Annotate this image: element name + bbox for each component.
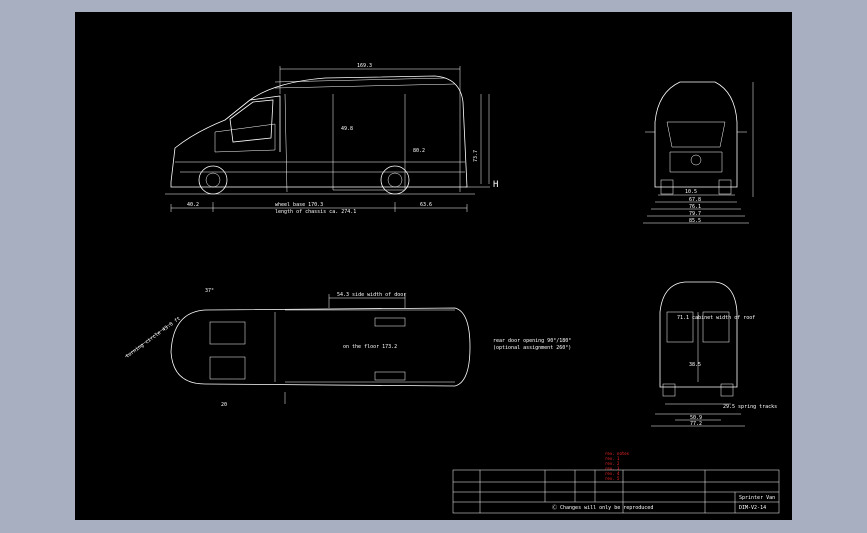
drawing-number: DIM-V2-14 (739, 505, 766, 511)
spring-tracks-label: 29.5 spring tracks (723, 404, 777, 410)
rear-door-note: rear door opening 90°/180° (493, 338, 571, 344)
dim-front-overhang: 40.2 (187, 202, 199, 208)
dim-door: 49.8 (341, 126, 353, 132)
cad-viewer: 169.3 73.7 49.8 80.2 H 40.2 wheel base 1… (0, 0, 867, 533)
rear-dim-2: 77.2 (690, 421, 702, 427)
height-marker: H (493, 180, 498, 190)
front-inner-dim: 10.5 (685, 189, 697, 195)
floor-length-label: on the floor 173.2 (343, 344, 397, 350)
step-width-label: 54.3 side width of door (337, 292, 406, 298)
front-dim-4: 85.5 (689, 218, 701, 224)
rear-inner-dim: 38.5 (689, 362, 701, 368)
side-view: 169.3 73.7 49.8 80.2 H 40.2 wheel base 1… (165, 63, 498, 215)
rear-view: 71.1 cabinet width of roof 38.5 29.5 spr… (651, 281, 777, 427)
cad-drawing: 169.3 73.7 49.8 80.2 H 40.2 wheel base 1… (125, 63, 780, 514)
rear-door-note-2: (optional assignment 260°) (493, 345, 571, 351)
rear-dim-label: 20 (221, 402, 227, 408)
dim-cargo-height: 73.7 (473, 150, 479, 162)
dim-rear-overhang: 63.6 (420, 202, 432, 208)
chassis-length-label: length of chassis ca. 274.1 (275, 209, 356, 215)
top-view: 54.3 side width of door on the floor 173… (125, 288, 572, 408)
front-dim-2: 76.1 (689, 204, 701, 210)
front-view: 10.5 67.8 76.1 79.7 85.5 (643, 81, 754, 224)
front-dim-1: 67.8 (689, 197, 701, 203)
angle-label: 37° (205, 288, 214, 294)
dim-overall-top: 169.3 (357, 63, 372, 69)
front-dim-3: 79.7 (689, 211, 701, 217)
wheelbase-label: wheel base 170.3 (275, 202, 323, 208)
rear-top-label: 71.1 cabinet width of roof (677, 315, 755, 321)
drawing-canvas[interactable]: 169.3 73.7 49.8 80.2 H 40.2 wheel base 1… (75, 12, 792, 520)
red-note-6: rev. 5 (605, 476, 620, 481)
title-note: Ⓒ Changes will only be reproduced (552, 504, 653, 511)
dim-floor-length: 80.2 (413, 148, 425, 154)
red-notes: rev. notes rev. 1 rev. 2 rev. 3 rev. 4 r… (605, 451, 630, 481)
title-name: Sprinter Van (739, 495, 775, 501)
